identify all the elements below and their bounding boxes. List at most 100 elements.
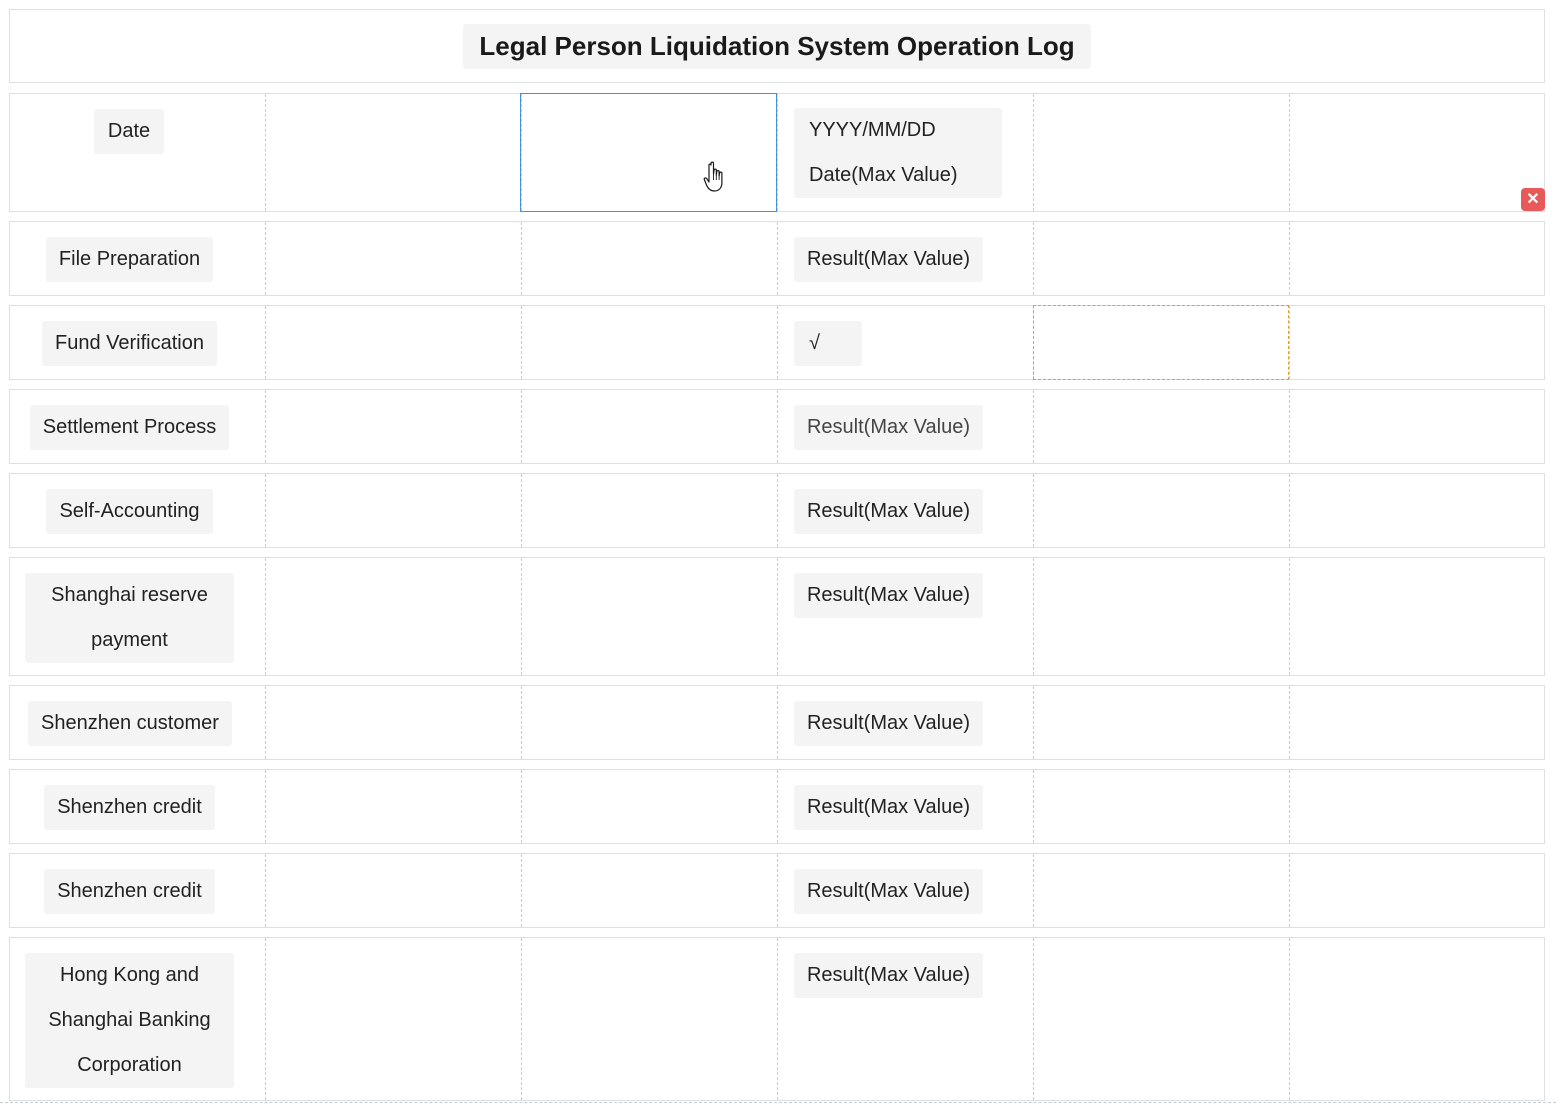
bottom-divider	[0, 1102, 1556, 1103]
empty-cell[interactable]	[521, 306, 777, 379]
table-row-hsbc: Hong Kong and Shanghai Banking Corporati…	[9, 937, 1545, 1101]
value-cell[interactable]: YYYY/MM/DD Date(Max Value)	[777, 94, 1033, 211]
row-label[interactable]: Fund Verification	[42, 321, 217, 366]
empty-cell[interactable]	[265, 94, 521, 211]
row-value-check[interactable]: √	[794, 321, 862, 366]
row-label[interactable]: Shenzhen credit	[44, 869, 215, 914]
row-value[interactable]: Result(Max Value)	[794, 573, 983, 618]
row-value[interactable]: Result(Max Value)	[794, 405, 983, 450]
empty-cell[interactable]	[265, 390, 521, 463]
empty-cell[interactable]	[1289, 770, 1545, 843]
empty-cell[interactable]	[1289, 222, 1545, 295]
row-value[interactable]: Result(Max Value)	[794, 785, 983, 830]
empty-cell[interactable]	[265, 222, 521, 295]
value-cell[interactable]: Result(Max Value)	[777, 558, 1033, 675]
empty-cell[interactable]	[1033, 474, 1289, 547]
label-cell[interactable]: Shenzhen credit	[10, 854, 266, 927]
empty-cell[interactable]	[1033, 770, 1289, 843]
empty-cell[interactable]	[521, 854, 777, 927]
table-row-file-preparation: File Preparation Result(Max Value)	[9, 221, 1545, 296]
empty-cell[interactable]	[1289, 306, 1545, 379]
row-value[interactable]: YYYY/MM/DD Date(Max Value)	[794, 108, 1002, 198]
close-icon[interactable]: ✕	[1521, 188, 1545, 211]
row-label[interactable]: Settlement Process	[30, 405, 229, 450]
label-cell[interactable]: Settlement Process	[10, 390, 266, 463]
empty-cell[interactable]	[521, 938, 777, 1100]
row-value[interactable]: Result(Max Value)	[794, 869, 983, 914]
row-label[interactable]: Shenzhen customer	[28, 701, 232, 746]
row-label[interactable]: Self-Accounting	[46, 489, 213, 534]
empty-cell[interactable]	[265, 306, 521, 379]
empty-cell[interactable]	[1289, 686, 1545, 759]
empty-cell[interactable]	[265, 854, 521, 927]
empty-cell[interactable]	[521, 474, 777, 547]
page-title[interactable]: Legal Person Liquidation System Operatio…	[463, 23, 1091, 69]
label-cell[interactable]: Date	[10, 94, 266, 211]
label-cell[interactable]: Hong Kong and Shanghai Banking Corporati…	[10, 938, 266, 1100]
empty-cell[interactable]	[1289, 390, 1545, 463]
table-row-self-accounting: Self-Accounting Result(Max Value)	[9, 473, 1545, 548]
empty-cell[interactable]	[1033, 686, 1289, 759]
value-cell[interactable]: Result(Max Value)	[777, 222, 1033, 295]
empty-cell[interactable]	[265, 558, 521, 675]
table-row-settlement-process: Settlement Process Result(Max Value)	[9, 389, 1545, 464]
empty-cell[interactable]	[521, 558, 777, 675]
row-label[interactable]: Shanghai reserve payment	[25, 573, 234, 663]
value-line-2: Date(Max Value)	[809, 164, 958, 186]
empty-cell[interactable]	[1033, 854, 1289, 927]
row-value[interactable]: Result(Max Value)	[794, 701, 983, 746]
value-cell[interactable]: √	[777, 306, 1033, 379]
row-label[interactable]: Date	[94, 109, 164, 154]
value-cell[interactable]: Result(Max Value)	[777, 854, 1033, 927]
selected-cell-highlight[interactable]	[520, 93, 777, 212]
empty-cell[interactable]	[265, 474, 521, 547]
empty-cell[interactable]	[521, 222, 777, 295]
label-cell[interactable]: Shenzhen credit	[10, 770, 266, 843]
table-row-date: Date YYYY/MM/DD Date(Max Value)	[9, 93, 1545, 212]
empty-cell[interactable]	[1289, 94, 1545, 211]
label-cell[interactable]: Self-Accounting	[10, 474, 266, 547]
empty-cell[interactable]	[1033, 390, 1289, 463]
empty-cell[interactable]	[265, 938, 521, 1100]
empty-cell[interactable]	[265, 770, 521, 843]
row-value[interactable]: Result(Max Value)	[794, 237, 983, 282]
label-cell[interactable]: Fund Verification	[10, 306, 266, 379]
value-cell[interactable]: Result(Max Value)	[777, 474, 1033, 547]
label-line-1: Hong Kong and	[59, 964, 199, 986]
empty-cell[interactable]	[1289, 938, 1545, 1100]
value-cell[interactable]: Result(Max Value)	[777, 770, 1033, 843]
label-line-2: Shanghai Banking	[48, 1009, 211, 1031]
label-cell[interactable]: Shenzhen customer	[10, 686, 266, 759]
row-value[interactable]: Result(Max Value)	[794, 953, 983, 998]
table-row-shenzhen-credit: Shenzhen credit Result(Max Value)	[9, 769, 1545, 844]
empty-cell[interactable]	[1033, 938, 1289, 1100]
empty-cell[interactable]	[1033, 558, 1289, 675]
hand-pointer-icon	[703, 161, 729, 193]
label-cell[interactable]: File Preparation	[10, 222, 266, 295]
empty-cell[interactable]	[1289, 854, 1545, 927]
label-cell[interactable]: Shanghai reserve payment	[10, 558, 266, 675]
empty-cell[interactable]	[1033, 94, 1289, 211]
empty-cell[interactable]	[265, 686, 521, 759]
row-label[interactable]: File Preparation	[46, 237, 213, 282]
row-value[interactable]: Result(Max Value)	[794, 489, 983, 534]
empty-cell[interactable]	[521, 770, 777, 843]
row-label[interactable]: Shenzhen credit	[44, 785, 215, 830]
empty-cell[interactable]	[521, 686, 777, 759]
empty-cell[interactable]	[521, 390, 777, 463]
empty-cell[interactable]	[1289, 558, 1545, 675]
label-line-3: Corporation	[77, 1054, 182, 1076]
table-row-fund-verification: Fund Verification √	[9, 305, 1545, 380]
label-line-2: payment	[91, 629, 168, 651]
row-label[interactable]: Hong Kong and Shanghai Banking Corporati…	[25, 953, 234, 1088]
value-cell[interactable]: Result(Max Value)	[777, 686, 1033, 759]
drop-target-cell-highlight[interactable]	[1033, 305, 1289, 380]
empty-cell[interactable]	[1289, 474, 1545, 547]
table-row-shenzhen-credit-2: Shenzhen credit Result(Max Value)	[9, 853, 1545, 928]
empty-cell[interactable]	[1033, 222, 1289, 295]
value-line-1: YYYY/MM/DD	[809, 119, 936, 141]
value-cell[interactable]: Result(Max Value)	[777, 390, 1033, 463]
title-row: Legal Person Liquidation System Operatio…	[9, 9, 1545, 83]
value-cell[interactable]: Result(Max Value)	[777, 938, 1033, 1100]
label-line-1: Shanghai reserve	[51, 584, 208, 606]
